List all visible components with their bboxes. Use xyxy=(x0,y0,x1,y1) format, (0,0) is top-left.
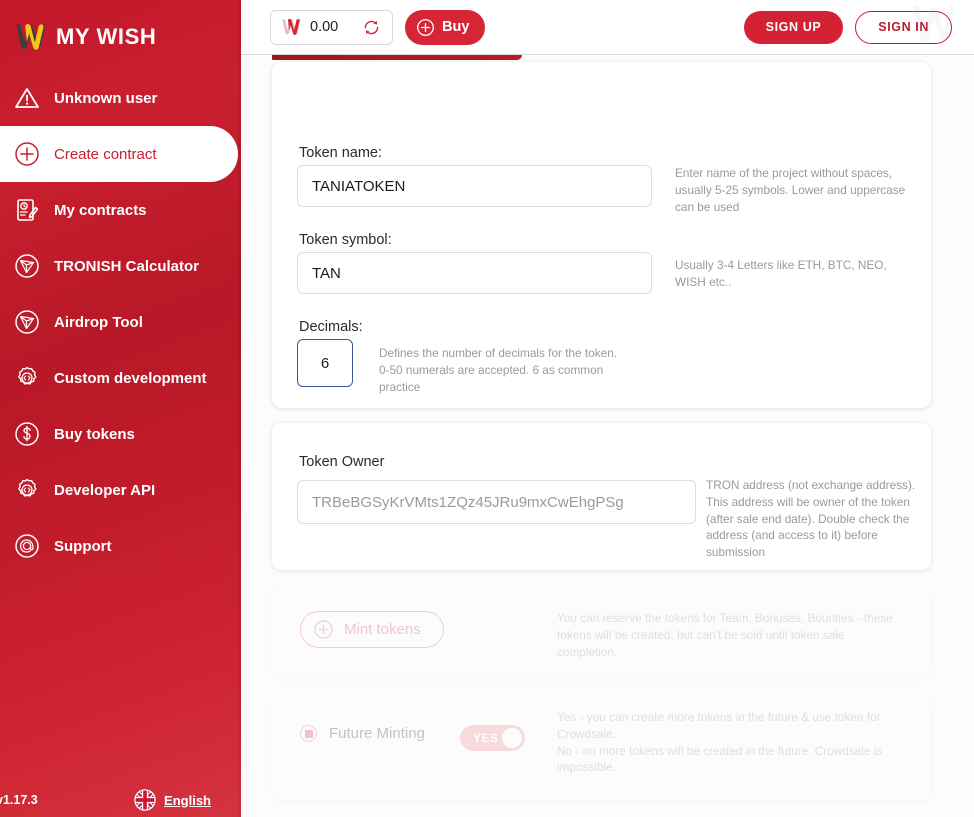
at-circle-icon xyxy=(15,534,39,558)
token-info-card: Token name: Enter name of the project wi… xyxy=(272,62,931,408)
future-minting-toggle-value: YES xyxy=(473,731,499,745)
buy-button-label: Buy xyxy=(442,19,470,35)
decimals-input[interactable] xyxy=(297,339,353,387)
language-selector[interactable]: English xyxy=(134,789,211,811)
mywish-watermark-icon xyxy=(913,5,955,42)
mywish-logo-icon xyxy=(16,24,46,50)
sidebar-item-label: My contracts xyxy=(54,201,147,219)
sidebar-item-label: Create contract xyxy=(54,145,157,163)
future-minting-row[interactable]: Future Minting xyxy=(300,725,425,742)
sidebar-item-label: Airdrop Tool xyxy=(54,313,143,331)
sidebar-item-label: Support xyxy=(54,537,112,555)
tron-circle-icon xyxy=(15,310,39,334)
mint-tokens-helper: You can reserve the tokens for Team, Bon… xyxy=(557,611,893,659)
sidebar-item-unknown-user[interactable]: Unknown user xyxy=(0,70,241,126)
future-minting-label: Future Minting xyxy=(329,725,425,742)
sign-up-button[interactable]: SIGN UP xyxy=(743,10,844,44)
future-minting-card: Future Minting YES Yes - you can create … xyxy=(272,695,931,800)
brand[interactable]: MY WISH xyxy=(0,0,241,58)
sidebar-item-airdrop-tool[interactable]: Airdrop Tool xyxy=(0,294,241,350)
token-owner-label: Token Owner xyxy=(299,454,385,470)
sidebar-item-label: Developer API xyxy=(54,481,156,499)
uk-flag-icon xyxy=(134,789,156,811)
token-symbol-helper: Usually 3-4 Letters like ETH, BTC, NEO, … xyxy=(675,258,887,289)
token-name-label: Token name: xyxy=(299,145,383,161)
sidebar-item-custom-development[interactable]: Custom development xyxy=(0,350,241,406)
sidebar-nav: Unknown user Create contract My contract… xyxy=(0,70,241,574)
decimals-label: Decimals: xyxy=(299,319,363,335)
app-root: MY WISH Unknown user Create contract My … xyxy=(0,0,974,817)
mint-tokens-card: Mint tokens You can reserve the tokens f… xyxy=(272,586,931,679)
gear-code-icon xyxy=(18,366,37,385)
gear-code-icon xyxy=(18,478,37,497)
token-owner-input[interactable] xyxy=(297,480,696,524)
version-label: v1.17.3 xyxy=(0,793,38,807)
future-minting-helper: Yes - you can create more tokens in the … xyxy=(557,710,883,775)
future-minting-toggle[interactable]: YES xyxy=(460,725,525,751)
sidebar-item-label: Custom development xyxy=(54,369,207,387)
balance-value: 0.00 xyxy=(310,19,339,35)
mywish-token-icon xyxy=(282,18,301,35)
top-header: 0.00 Buy SIGN UP SIGN IN xyxy=(241,0,974,55)
tron-circle-icon xyxy=(15,254,39,278)
token-symbol-label: Token symbol: xyxy=(299,232,392,248)
brand-name: MY WISH xyxy=(56,24,157,49)
plus-circle-icon xyxy=(15,142,39,166)
plus-circle-icon xyxy=(417,18,434,36)
token-owner-helper: TRON address (not exchange address). Thi… xyxy=(706,478,916,559)
sidebar-item-label: Buy tokens xyxy=(54,425,135,443)
document-pencil-icon xyxy=(17,199,39,221)
token-symbol-input[interactable] xyxy=(297,252,652,294)
decimals-helper: Defines the number of decimals for the t… xyxy=(379,346,618,394)
toggle-knob xyxy=(502,728,522,748)
sidebar-item-tronish-calculator[interactable]: TRONISH Calculator xyxy=(0,238,241,294)
main-content: Token name: Enter name of the project wi… xyxy=(241,55,974,817)
mint-tokens-button[interactable]: Mint tokens xyxy=(300,611,444,648)
balance-left: 0.00 xyxy=(281,18,338,36)
token-owner-card: Token Owner TRON address (not exchange a… xyxy=(272,423,931,570)
sidebar-item-buy-tokens[interactable]: Buy tokens xyxy=(0,406,241,462)
radio-selected-icon xyxy=(300,725,317,742)
token-name-input[interactable] xyxy=(297,165,652,207)
balance-display: 0.00 xyxy=(270,9,393,45)
sidebar-item-support[interactable]: Support xyxy=(0,518,241,574)
plus-circle-icon xyxy=(314,620,333,639)
sidebar-item-label: TRONISH Calculator xyxy=(54,257,200,275)
sidebar-footer: v1.17.3 English xyxy=(0,789,241,811)
warning-triangle-icon xyxy=(15,88,39,108)
sidebar-item-developer-api[interactable]: Developer API xyxy=(0,462,241,518)
language-label: English xyxy=(164,792,211,808)
token-name-helper: Enter name of the project without spaces… xyxy=(675,166,906,214)
sidebar-item-create-contract[interactable]: Create contract xyxy=(0,126,238,182)
dollar-circle-icon xyxy=(15,422,39,446)
buy-button[interactable]: Buy xyxy=(405,9,486,45)
mint-tokens-label: Mint tokens xyxy=(344,621,421,638)
sidebar-item-label: Unknown user xyxy=(54,89,158,107)
sidebar: MY WISH Unknown user Create contract My … xyxy=(0,0,241,817)
sidebar-item-my-contracts[interactable]: My contracts xyxy=(0,182,241,238)
refresh-icon[interactable] xyxy=(361,17,382,38)
active-tab-indicator[interactable] xyxy=(272,55,522,60)
